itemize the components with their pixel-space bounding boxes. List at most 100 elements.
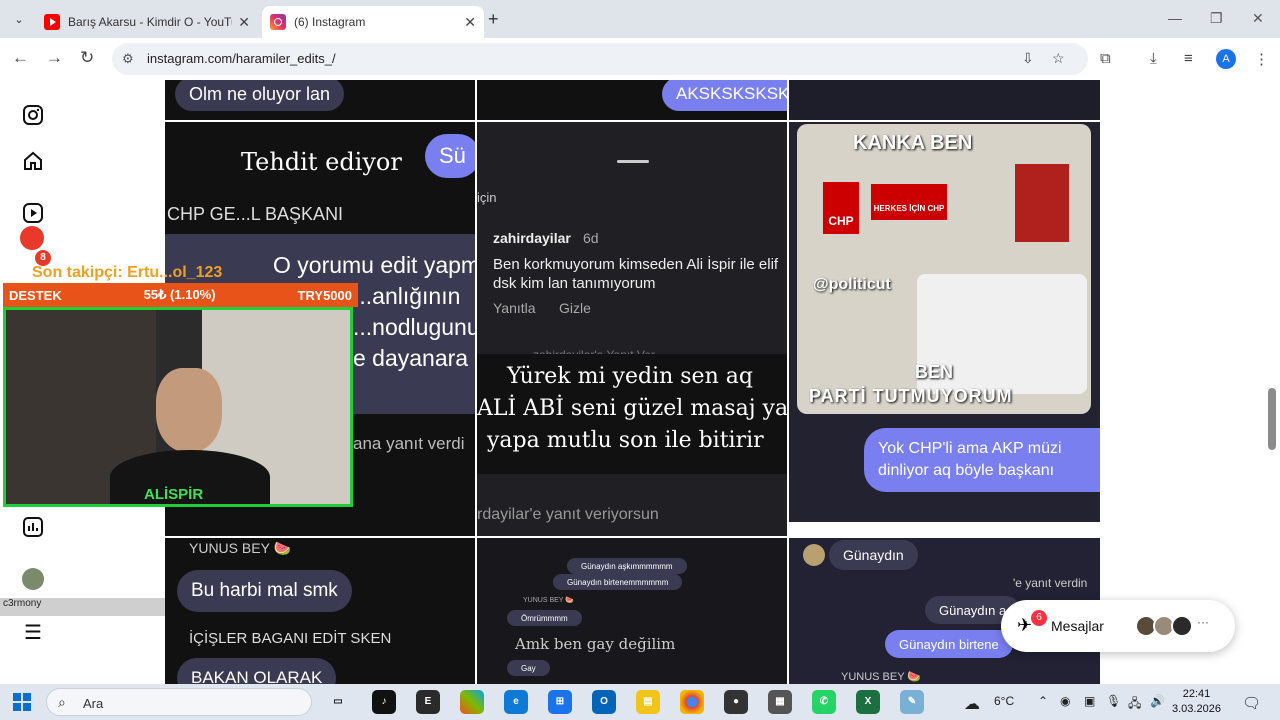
calculator-icon[interactable]: ▦ — [768, 690, 792, 714]
chat-user: c3rmony — [3, 598, 42, 609]
tray-chevron-icon[interactable]: ⌃ — [1038, 694, 1048, 708]
clock[interactable]: 22:41 3.03.2026 — [1172, 687, 1221, 717]
reply-bar: rdayilar'e yanıt veriyorsun — [477, 506, 659, 523]
tab-youtube[interactable]: Barış Akarsu - Kimdir O - YouTu ✕ — [36, 6, 258, 38]
post-tile[interactable]: Olm ne oluyor lan — [165, 80, 475, 120]
chat-bubble: Yok CHP'li ama AKP müzi dinliyor aq böyl… — [864, 428, 1100, 492]
post-tile[interactable]: YUNUS BEY 🍉 Bu harbi mal smk İÇİŞLER BAG… — [165, 538, 475, 684]
post-tile[interactable] — [789, 80, 1100, 120]
task-view-icon[interactable]: ▭ — [326, 690, 350, 714]
portrait — [1015, 164, 1069, 242]
downloads-icon[interactable]: ⤓ — [1150, 50, 1157, 67]
post-tile[interactable]: Günaydın aşkımmmmmm Günaydın birtenemmmm… — [477, 538, 787, 684]
back-icon[interactable]: ← — [12, 48, 29, 68]
taskbar-search[interactable]: ⌕ Ara — [46, 688, 312, 716]
notepad-icon[interactable]: ✎ — [900, 690, 924, 714]
tab-instagram[interactable]: (6) Instagram ✕ — [262, 6, 484, 38]
tray-app-icon[interactable]: ▣ — [1084, 694, 1095, 708]
close-tab-icon[interactable]: ✕ — [238, 14, 250, 31]
notifications-icon[interactable]: 🗨 — [1242, 694, 1261, 712]
reply-hint: 'e yanıt verdin — [1013, 576, 1088, 590]
profile-avatar[interactable]: A — [1216, 49, 1236, 69]
instagram-logo-icon[interactable] — [22, 104, 44, 126]
avatar — [1171, 615, 1193, 637]
media-controls-icon[interactable]: ≡ — [1184, 50, 1193, 67]
home-icon[interactable] — [22, 150, 44, 172]
menu-icon[interactable]: ⋮ — [1254, 50, 1269, 68]
network-icon[interactable]: 🖧 — [1128, 694, 1141, 715]
excel-icon[interactable]: X — [856, 690, 880, 714]
minimize-button[interactable]: — — [1168, 10, 1182, 26]
tab-search-dropdown[interactable]: ⌄ — [8, 8, 30, 30]
reels-icon[interactable] — [22, 202, 44, 224]
tab-title: (6) Instagram — [294, 15, 366, 29]
new-tab-button[interactable]: + — [488, 9, 499, 30]
more-icon[interactable]: ··· — [1197, 615, 1209, 637]
reply-hint: ana yanıt verdi — [353, 434, 465, 453]
streamer-name: ALİSPİR — [144, 486, 204, 503]
follower-text: Son takipçi: Ertu...ol_123 — [32, 264, 223, 281]
restore-button[interactable]: ❐ — [1210, 10, 1223, 27]
alert-icon — [20, 226, 44, 250]
epic-games-icon[interactable]: E — [416, 690, 440, 714]
forward-icon[interactable]: → — [46, 48, 63, 68]
tiktok-icon[interactable]: ♪ — [372, 690, 396, 714]
weather-temp: 6°C — [994, 694, 1015, 708]
reload-icon[interactable]: ↻ — [80, 48, 94, 68]
comment-text: Ben korkmuyorum kimseden Ali İspir ile e… — [493, 256, 779, 292]
extensions-icon[interactable]: ⧉ — [1100, 50, 1111, 67]
post-tile[interactable]: KANKA BEN CHP HERKES İÇİN CHP @politicut… — [789, 122, 1100, 522]
insights-icon[interactable] — [22, 516, 44, 538]
chat-bubble: Günaydın birtene — [885, 630, 1013, 658]
for-text: için — [477, 190, 497, 205]
watermark: @politicut — [813, 276, 891, 293]
poster: HERKES İÇİN CHP — [871, 184, 947, 220]
chat-line: O yorumu edit yapmazsan — [273, 252, 475, 278]
more-menu-icon[interactable]: ☰ — [22, 621, 44, 644]
obs-icon[interactable]: ● — [724, 690, 748, 714]
post-tile[interactable]: AKSKSKSKSK — [477, 80, 787, 120]
microphone-icon[interactable]: 🎙 — [1106, 694, 1121, 708]
caption-line: Yürek mi yedin sen aq — [507, 364, 753, 389]
volume-icon[interactable]: 🔊 — [1150, 694, 1165, 708]
tray-app-icon[interactable]: ◉ — [1060, 694, 1070, 708]
start-button[interactable] — [13, 693, 31, 711]
comment-username: zahirdayilar — [493, 230, 571, 246]
close-tab-icon[interactable]: ✕ — [464, 14, 476, 31]
hide-link: Gizle — [559, 300, 591, 316]
chat-bubble: Günaydın aşkımmmmmm — [567, 558, 687, 574]
chat-bubble: Gay — [507, 660, 550, 676]
tab-bar: ⌄ Barış Akarsu - Kimdir O - YouTu ✕ (6) … — [0, 0, 1280, 38]
messages-button[interactable]: ✈ 6 Mesajlar ··· — [1001, 600, 1235, 652]
bookmark-star-icon[interactable]: ☆ — [1052, 50, 1065, 67]
chat-bubble: BAKAN OLARAK — [177, 658, 337, 684]
store-icon[interactable]: ⊞ — [548, 690, 572, 714]
chat-user-strip: c3rmony — [0, 598, 165, 616]
site-settings-icon[interactable]: ⚙ — [122, 51, 134, 67]
close-window-button[interactable]: ✕ — [1252, 10, 1264, 27]
weather-icon[interactable]: ☁ — [964, 694, 980, 714]
explorer-icon[interactable]: ▤ — [636, 690, 660, 714]
copilot-icon[interactable] — [460, 690, 484, 714]
page-scrollbar[interactable] — [1268, 388, 1276, 450]
address-bar[interactable]: ⚙ instagram.com/haramiler_edits_/ ⇩ ☆ — [112, 43, 1088, 75]
caption-panel: Yürek mi yedin sen aq ALİ ABİ seni güzel… — [477, 354, 787, 474]
clock-date: 3.03.2026 — [1172, 703, 1221, 715]
profile-avatar-icon[interactable] — [22, 568, 44, 590]
comment-age: 6d — [583, 230, 599, 246]
whatsapp-icon[interactable]: ✆ — [812, 690, 836, 714]
meme-bottom-text: BEN — [915, 362, 954, 382]
chrome-icon[interactable] — [680, 690, 704, 714]
post-tile[interactable]: için zahirdayilar 6d Ben korkmuyorum kim… — [477, 122, 787, 536]
post-caption: Amk ben gay değilim — [515, 635, 676, 653]
support-bar: DESTEK 55₺ (1.10%) TRY5000 — [3, 283, 358, 307]
meme-bottom-text: PARTİ TUTMUYORUM — [809, 386, 1013, 406]
edge-icon[interactable]: e — [504, 690, 528, 714]
message-avatars: ··· — [1135, 615, 1209, 637]
windows-taskbar: ⌕ Ara ▭ ♪ E e ⊞ O ▤ ● ▦ ✆ X ✎ ☁ 6°C ⌃ ◉ … — [0, 684, 1280, 720]
install-app-icon[interactable]: ⇩ — [1022, 50, 1034, 67]
streamer-face — [156, 368, 222, 452]
post-title: CHP GE...L BAŞKANI — [167, 204, 344, 224]
outlook-icon[interactable]: O — [592, 690, 616, 714]
meme-image: KANKA BEN CHP HERKES İÇİN CHP @politicut… — [797, 124, 1091, 414]
